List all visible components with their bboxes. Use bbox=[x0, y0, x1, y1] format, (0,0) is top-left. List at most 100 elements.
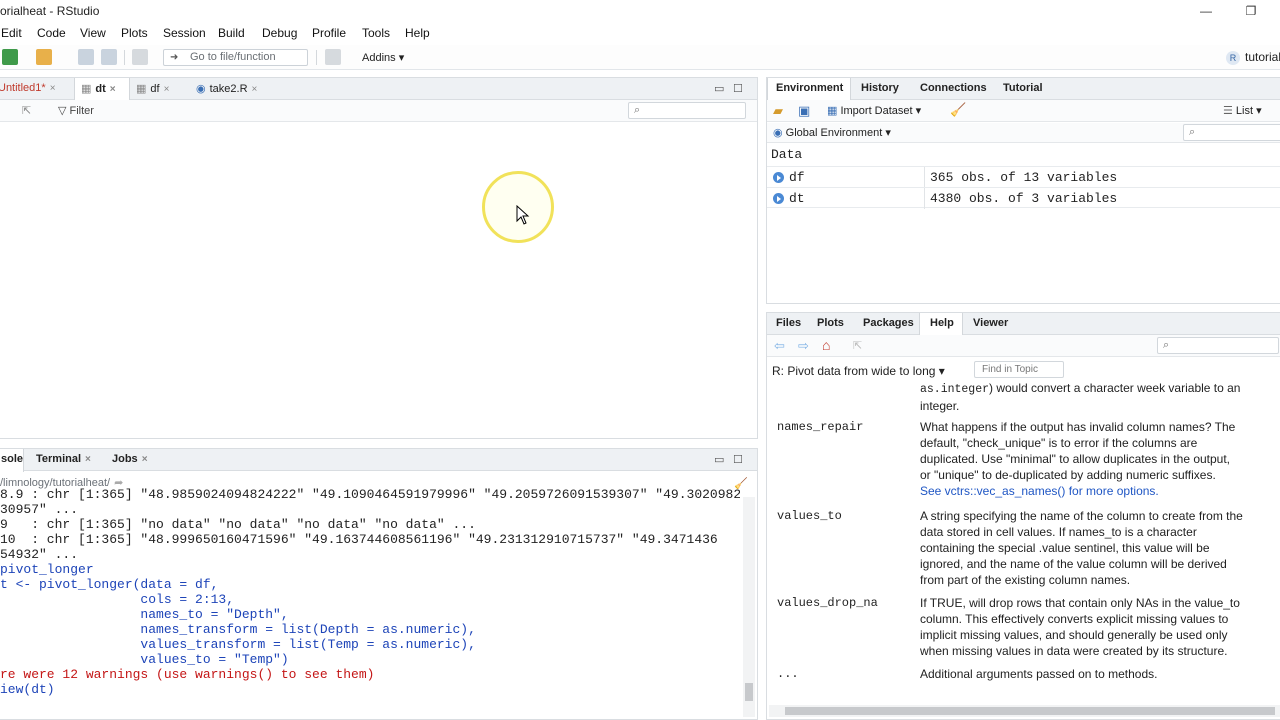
environment-scope-select[interactable]: ◉ Global Environment ▾ bbox=[773, 126, 891, 139]
console-output[interactable]: 8.9 : chr [1:365] "48.9859024094824222" … bbox=[0, 487, 740, 717]
tab-files[interactable]: Files bbox=[767, 313, 807, 335]
help-line-link[interactable]: See vctrs::vec_as_names() for more optio… bbox=[920, 483, 1280, 499]
close-icon[interactable]: × bbox=[110, 84, 116, 95]
open-workspace-icon[interactable]: ▰ bbox=[773, 103, 783, 119]
import-dataset-button[interactable]: ▦ Import Dataset ▾ bbox=[827, 104, 921, 117]
tab-label: Jobs bbox=[112, 453, 138, 465]
main-toolbar: ➜ Go to file/function Addins ▾ Rtutorial bbox=[0, 45, 1280, 70]
maximize-pane-icon[interactable]: ☐ bbox=[733, 453, 743, 466]
help-line: when missing values in data were created… bbox=[920, 644, 1228, 658]
source-tabbar: Untitled1* × ▦ dt × ▦ df × ◉ take2.R × ▭ ☐ bbox=[0, 78, 757, 101]
minimize-pane-icon[interactable]: ▭ bbox=[714, 82, 724, 95]
tab-label: Terminal bbox=[36, 453, 82, 465]
console-line: 8.9 : chr [1:365] "48.9859024094824222" … bbox=[0, 487, 740, 502]
environment-section-header: Data bbox=[771, 147, 803, 162]
console-line: re were 12 warnings (use warnings() to s… bbox=[0, 667, 375, 682]
help-search-input[interactable]: ⌕ bbox=[1157, 337, 1279, 354]
tab-untitled1[interactable]: Untitled1* × bbox=[0, 78, 74, 100]
tab-connections[interactable]: Connections bbox=[920, 78, 996, 100]
save-icon[interactable] bbox=[78, 49, 94, 65]
minimize-button[interactable]: — bbox=[1191, 2, 1221, 22]
arrow-icon: ➜ bbox=[170, 52, 179, 63]
project-menu[interactable]: Rtutorial bbox=[1226, 50, 1280, 65]
help-line: Additional arguments passed on to method… bbox=[920, 667, 1158, 681]
console-pane: sole Terminal × Jobs × ▭ ☐ /limnology/tuto… bbox=[0, 448, 758, 720]
filter-button[interactable]: ▽ Filter bbox=[58, 104, 94, 117]
help-topic-bar: R: Pivot data from wide to long ▾ Find i… bbox=[767, 358, 1280, 382]
menu-build[interactable]: Build bbox=[218, 26, 245, 40]
help-arg-desc: What happens if the output has invalid c… bbox=[920, 419, 1280, 499]
forward-arrow-icon[interactable]: ⇨ bbox=[798, 338, 809, 354]
tab-console[interactable]: sole bbox=[0, 449, 24, 472]
close-icon[interactable]: × bbox=[85, 454, 91, 465]
console-scrollbar[interactable] bbox=[743, 497, 755, 717]
tab-plots[interactable]: Plots bbox=[817, 313, 853, 335]
project-label: tutorial bbox=[1245, 50, 1280, 64]
view-mode-menu[interactable]: ☰ List ▾ bbox=[1223, 104, 1262, 117]
close-icon[interactable]: × bbox=[164, 84, 170, 95]
menu-help[interactable]: Help bbox=[405, 26, 430, 40]
tab-viewer[interactable]: Viewer bbox=[973, 313, 1017, 335]
title-bar: orialheat - RStudio — ❐ bbox=[0, 0, 1280, 24]
help-horizontal-scrollbar[interactable] bbox=[769, 705, 1280, 717]
close-icon[interactable]: × bbox=[50, 83, 56, 94]
environment-search-input[interactable]: ⌕ bbox=[1183, 124, 1280, 141]
tab-dt[interactable]: ▦ dt × bbox=[74, 78, 130, 101]
menu-plots[interactable]: Plots bbox=[121, 26, 148, 40]
tab-take2-r[interactable]: ◉ take2.R × bbox=[196, 78, 276, 100]
minimize-pane-icon[interactable]: ▭ bbox=[714, 453, 724, 466]
open-file-icon[interactable] bbox=[36, 49, 52, 65]
search-icon: ⌕ bbox=[1163, 339, 1170, 351]
close-icon[interactable]: × bbox=[252, 84, 258, 95]
tab-history[interactable]: History bbox=[861, 78, 911, 100]
data-search-input[interactable]: ⌕ bbox=[628, 102, 746, 119]
scrollbar-thumb[interactable] bbox=[785, 707, 1275, 715]
menu-edit[interactable]: Edit bbox=[1, 26, 22, 40]
help-line: A string specifying the name of the colu… bbox=[920, 509, 1243, 523]
restore-button[interactable]: ❐ bbox=[1236, 2, 1266, 22]
tab-help[interactable]: Help bbox=[919, 313, 963, 336]
tab-packages[interactable]: Packages bbox=[863, 313, 923, 335]
menu-bar: Edit Code View Plots Session Build Debug… bbox=[0, 24, 1280, 44]
go-to-file-input[interactable]: ➜ Go to file/function bbox=[163, 49, 308, 66]
tab-df[interactable]: ▦ df × bbox=[136, 78, 192, 100]
expand-icon[interactable] bbox=[773, 172, 784, 183]
tab-environment[interactable]: Environment bbox=[767, 78, 851, 101]
close-icon[interactable]: × bbox=[142, 454, 148, 465]
help-topic-title[interactable]: R: Pivot data from wide to long ▾ bbox=[772, 364, 945, 378]
menu-profile[interactable]: Profile bbox=[312, 26, 346, 40]
console-line: names_to = "Depth", bbox=[0, 607, 289, 622]
help-text: ) would convert a character week variabl… bbox=[989, 382, 1241, 395]
popout-icon[interactable]: ⇱ bbox=[22, 104, 31, 117]
new-file-icon[interactable] bbox=[2, 49, 18, 65]
find-in-topic-input[interactable]: Find in Topic bbox=[974, 361, 1064, 378]
back-arrow-icon[interactable]: ⇦ bbox=[774, 338, 785, 354]
maximize-pane-icon[interactable]: ☐ bbox=[733, 82, 743, 95]
addins-menu[interactable]: Addins ▾ bbox=[362, 51, 404, 64]
home-icon[interactable]: ⌂ bbox=[822, 337, 830, 353]
scrollbar-thumb[interactable] bbox=[745, 683, 753, 701]
menu-debug[interactable]: Debug bbox=[262, 26, 297, 40]
tab-jobs[interactable]: Jobs × bbox=[112, 449, 156, 471]
menu-view[interactable]: View bbox=[80, 26, 106, 40]
environment-row-df[interactable]: df 365 obs. of 13 variables bbox=[767, 166, 1280, 188]
environment-row-dt[interactable]: dt 4380 obs. of 3 variables bbox=[767, 187, 1280, 209]
variable-name: df bbox=[789, 170, 805, 185]
tab-tutorial[interactable]: Tutorial bbox=[1003, 78, 1059, 100]
help-tabbar: Files Plots Packages Help Viewer bbox=[767, 313, 1280, 336]
grid-layout-icon[interactable] bbox=[325, 49, 341, 65]
broom-icon[interactable]: 🧹 bbox=[950, 102, 966, 118]
source-pane: Untitled1* × ▦ dt × ▦ df × ◉ take2.R × ▭ ☐ ⇱ ▽ … bbox=[0, 77, 758, 439]
menu-tools[interactable]: Tools bbox=[362, 26, 390, 40]
tab-terminal[interactable]: Terminal × bbox=[36, 449, 100, 471]
help-line: containing the special .value sentinel, … bbox=[920, 541, 1210, 555]
expand-icon[interactable] bbox=[773, 193, 784, 204]
console-line: t <- pivot_longer(data = df, bbox=[0, 577, 219, 592]
print-icon[interactable] bbox=[132, 49, 148, 65]
save-all-icon[interactable] bbox=[101, 49, 117, 65]
save-workspace-icon[interactable]: ▣ bbox=[798, 103, 810, 119]
popout-icon[interactable]: ⇱ bbox=[853, 339, 862, 352]
menu-session[interactable]: Session bbox=[163, 26, 206, 40]
filter-icon: ▽ bbox=[58, 105, 70, 117]
menu-code[interactable]: Code bbox=[37, 26, 66, 40]
